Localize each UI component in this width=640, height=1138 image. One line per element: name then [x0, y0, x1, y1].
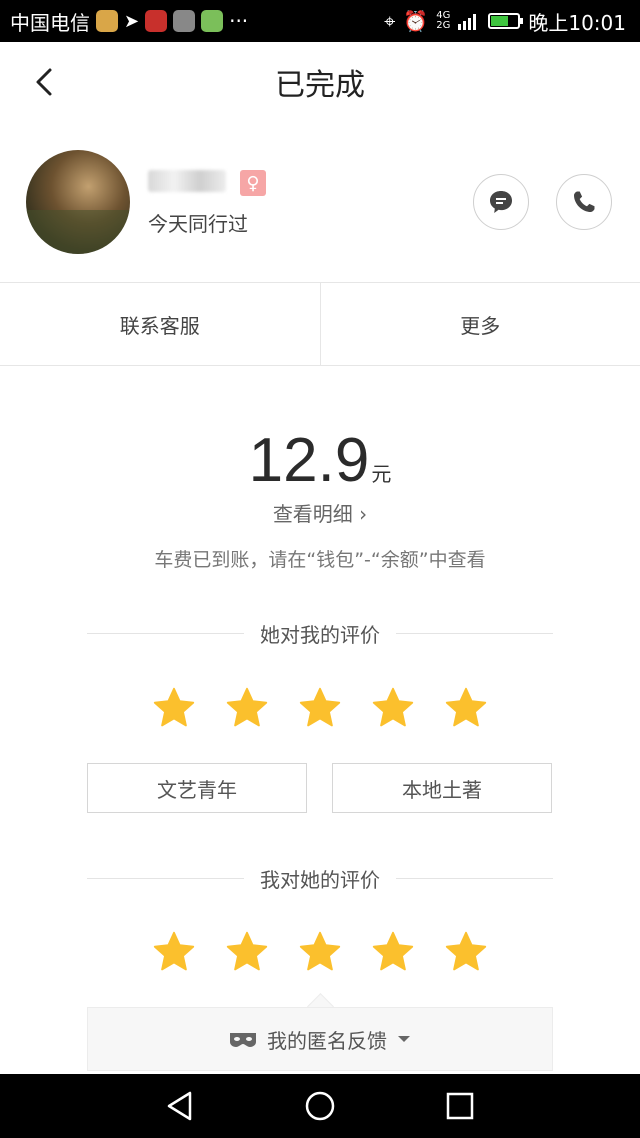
- star-icon[interactable]: [444, 930, 488, 974]
- carrier-label: 中国电信: [10, 10, 90, 35]
- app-notification-icon: [96, 10, 118, 32]
- send-icon: ➤: [124, 10, 140, 32]
- rating-tag: 文艺青年: [87, 763, 307, 813]
- mask-icon: [230, 1033, 256, 1047]
- avatar[interactable]: [26, 150, 130, 254]
- her-rating-heading: 她对我的评价: [87, 619, 553, 648]
- back-button[interactable]: [24, 62, 64, 102]
- anonymous-feedback-toggle[interactable]: 我的匿名反馈: [87, 1007, 553, 1071]
- message-button[interactable]: [473, 174, 529, 230]
- divider: [87, 633, 244, 634]
- my-rating-heading: 我对她的评价: [87, 864, 553, 893]
- star-icon: [226, 687, 268, 727]
- signal-icon: [458, 14, 477, 30]
- divider: [396, 878, 553, 879]
- chevron-left-icon: [36, 68, 52, 96]
- huawei-icon: [145, 10, 168, 32]
- star-icon: [153, 687, 195, 727]
- star-icon[interactable]: [152, 930, 196, 974]
- play-store-icon: [201, 10, 224, 32]
- alarm-icon: ⏰: [403, 9, 429, 33]
- chat-bubble-icon: [490, 191, 512, 213]
- home-circle-icon[interactable]: [304, 1090, 336, 1122]
- driver-profile: ♀ 今天同行过: [0, 122, 640, 283]
- star-icon: [299, 687, 341, 727]
- female-icon: ♀: [240, 170, 266, 196]
- fare-amount: 12.9: [248, 426, 370, 495]
- net-bottom-label: 2G: [436, 20, 451, 31]
- network-type-icon: 4G 2G: [436, 11, 450, 31]
- recents-square-icon[interactable]: [445, 1091, 475, 1121]
- clock-label: 晚上10:01: [528, 10, 626, 35]
- trip-subtitle: 今天同行过: [148, 212, 248, 236]
- more-button[interactable]: 更多: [319, 283, 640, 365]
- back-triangle-icon[interactable]: [165, 1090, 195, 1122]
- her-rating-title: 她对我的评价: [260, 623, 380, 647]
- page-title: 已完成: [275, 68, 365, 103]
- fare-unit: 元: [371, 462, 392, 486]
- star-icon: [445, 687, 487, 727]
- action-row: 联系客服 更多: [0, 283, 640, 366]
- battery-icon: [488, 13, 524, 29]
- contact-support-button[interactable]: 联系客服: [0, 283, 320, 365]
- divider: [87, 878, 244, 879]
- my-rating-title: 我对她的评价: [260, 868, 380, 892]
- star-icon[interactable]: [371, 930, 415, 974]
- my-rating-stars[interactable]: [0, 930, 640, 974]
- rating-tag: 本地土著: [332, 763, 552, 813]
- gallery-icon: [173, 10, 196, 32]
- fare-amount-block: 12.9 元: [0, 425, 640, 496]
- caret-down-icon: [398, 1036, 410, 1042]
- system-nav-bar: [0, 1074, 640, 1138]
- title-bar: 已完成: [0, 42, 640, 123]
- call-button[interactable]: [556, 174, 612, 230]
- payment-note: 车费已到账，请在“钱包”-“余额”中查看: [154, 549, 486, 571]
- view-details-link[interactable]: 查看明细 ›: [0, 498, 640, 527]
- feedback-label: 我的匿名反馈: [267, 1028, 387, 1053]
- status-bar: 中国电信 ➤ ··· ⌖ ⏰ 4G 2G 晚上10:01: [0, 0, 640, 42]
- phone-icon: [574, 191, 595, 212]
- divider: [396, 633, 553, 634]
- her-rating-stars: [0, 686, 640, 730]
- star-icon[interactable]: [298, 930, 342, 974]
- star-icon: [372, 687, 414, 727]
- blurred-name: [148, 170, 226, 192]
- location-icon: ⌖: [384, 9, 396, 33]
- star-icon[interactable]: [225, 930, 269, 974]
- more-notifications-icon: ···: [229, 9, 249, 33]
